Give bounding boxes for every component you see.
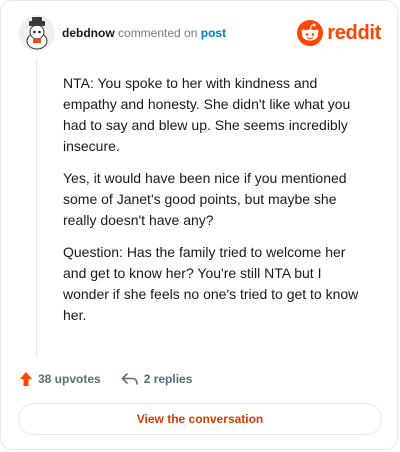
comment-header: debdnow commented on post reddit <box>19 15 381 53</box>
reply-count: 2 replies <box>143 372 193 386</box>
comment-card: debdnow commented on post reddit NTA: Yo… <box>0 0 398 450</box>
upvote-arrow-icon <box>20 372 32 386</box>
reddit-logo[interactable]: reddit <box>297 19 381 47</box>
reply-arrow-icon <box>121 373 138 385</box>
comment-actions: 38 upvotes 2 replies <box>19 371 212 387</box>
upvote-count: 38 upvotes <box>38 372 101 386</box>
upvote-button[interactable]: 38 upvotes <box>19 371 101 387</box>
comment-body: NTA: You spoke to her with kindness and … <box>63 73 369 337</box>
username-link[interactable]: debdnow <box>62 26 115 40</box>
comment-paragraph: Yes, it would have been nice if you ment… <box>63 170 347 228</box>
post-link[interactable]: post <box>201 26 226 40</box>
user-avatar[interactable] <box>19 15 55 51</box>
comment-paragraph: Question: Has the family tried to welcom… <box>63 244 359 323</box>
byline-action-text: commented on <box>118 26 198 40</box>
replies-button[interactable]: 2 replies <box>121 372 193 386</box>
thread-line <box>36 59 37 357</box>
brand-wordmark: reddit <box>327 21 381 44</box>
view-conversation-button[interactable]: View the conversation <box>18 403 382 435</box>
comment-paragraph: NTA: You spoke to her with kindness and … <box>63 75 351 154</box>
reddit-snoo-icon <box>297 20 324 46</box>
comment-byline: debdnow commented on post <box>62 26 226 40</box>
